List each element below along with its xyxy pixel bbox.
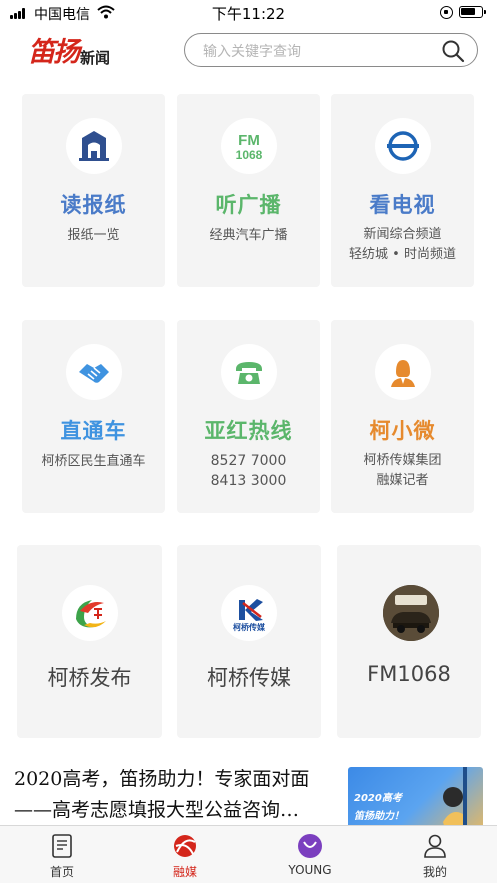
media-logo-text: 柯桥传媒 (233, 622, 266, 632)
card-title: 直通车 (60, 419, 127, 443)
keqiao-media-logo-icon: 柯桥传媒 (221, 585, 277, 641)
card-hotline[interactable]: 亚红热线 8527 7000 8413 3000 (177, 320, 320, 513)
tab-mine[interactable]: 我的 (395, 826, 475, 883)
clock: 下午11:22 (211, 5, 286, 23)
hotline-number[interactable]: 8527 7000 (177, 451, 320, 471)
home-news-icon (52, 834, 72, 858)
card-title: 听广播 (215, 193, 282, 217)
card-keqiao-media[interactable]: 柯桥传媒 柯桥传媒 (177, 545, 321, 738)
fm1068-car-photo-icon (383, 585, 439, 641)
tab-label: 首页 (49, 865, 74, 879)
search-icon[interactable] (441, 39, 465, 63)
card-title: 柯桥传媒 (207, 666, 291, 690)
card-read-newspaper[interactable]: 读报纸 报纸一览 (22, 94, 165, 287)
card-subtitle: 轻纺城 • 时尚频道 (349, 247, 456, 262)
battery-icon (459, 6, 486, 18)
card-title: 柯桥发布 (47, 666, 132, 690)
status-bar: 中国电信 下午11:22 (0, 0, 497, 26)
card-subtitle: 新闻综合频道 (363, 227, 442, 242)
young-icon (298, 834, 322, 858)
orientation-lock-icon (440, 6, 453, 19)
fm1068-radio-icon: FM 1068 (221, 118, 277, 174)
tab-rongmei[interactable]: 融媒 (145, 826, 225, 883)
card-title: 亚红热线 (204, 419, 293, 443)
card-title: 柯小微 (369, 419, 436, 443)
keqiao-release-logo-icon (62, 585, 118, 641)
tab-label: YOUNG (288, 863, 332, 877)
card-direct-line[interactable]: 直通车 柯桥区民生直通车 (22, 320, 165, 513)
news-headline[interactable]: 2020高考，笛扬助力！专家面对面——高考志愿填报大型公益咨询… (14, 764, 339, 826)
profile-icon (424, 834, 446, 858)
tab-label: 我的 (422, 865, 447, 879)
logo-main-text: 笛扬 (28, 37, 80, 68)
telephone-icon (221, 344, 277, 400)
card-title: FM1068 (367, 662, 451, 686)
card-watch-tv[interactable]: 看电视 新闻综合频道 轻纺城 • 时尚频道 (331, 94, 474, 287)
card-subtitle: 报纸一览 (67, 228, 120, 243)
card-listen-radio[interactable]: FM 1068 听广播 经典汽车广播 (177, 94, 320, 287)
fm-text: FM (238, 132, 260, 149)
logo-sub-text: 新闻 (80, 49, 111, 67)
fm-number-text: 1068 (236, 148, 263, 162)
card-subtitle: 柯桥传媒集团 (363, 453, 442, 468)
newspaper-building-icon (66, 118, 122, 174)
rongmei-icon (174, 835, 196, 857)
news-thumbnail[interactable]: 2020高考 笛扬助力！ (348, 767, 483, 829)
card-subtitle: 经典汽车广播 (209, 228, 288, 243)
card-subtitle: 融媒记者 (376, 473, 429, 488)
tab-bar: 首页 融媒 YOUNG 我的 (0, 825, 497, 883)
card-title: 读报纸 (60, 193, 127, 217)
thumb-line1: 2020高考 (354, 793, 402, 804)
card-ke-xiaowei[interactable]: 柯小微 柯桥传媒集团 融媒记者 (331, 320, 474, 513)
card-title: 看电视 (369, 193, 436, 217)
handshake-icon (66, 344, 122, 400)
search-placeholder: 输入关键字查询 (203, 44, 301, 60)
hotline-number[interactable]: 8413 3000 (177, 471, 320, 491)
card-keqiao-release[interactable]: 柯桥发布 (17, 545, 162, 738)
search-input[interactable]: 输入关键字查询 (184, 33, 478, 67)
tab-home[interactable]: 首页 (22, 826, 102, 883)
app-logo[interactable]: 笛扬 新闻 (28, 34, 110, 68)
tab-young[interactable]: YOUNG (270, 826, 350, 883)
thumb-line2: 笛扬助力！ (354, 811, 404, 822)
reporter-avatar-icon (375, 344, 431, 400)
tv-station-icon (375, 118, 431, 174)
card-subtitle: 柯桥区民生直通车 (41, 454, 146, 469)
graduate-illustration-icon (443, 767, 467, 829)
tab-label: 融媒 (172, 865, 197, 879)
card-fm1068[interactable]: FM1068 (337, 545, 481, 738)
